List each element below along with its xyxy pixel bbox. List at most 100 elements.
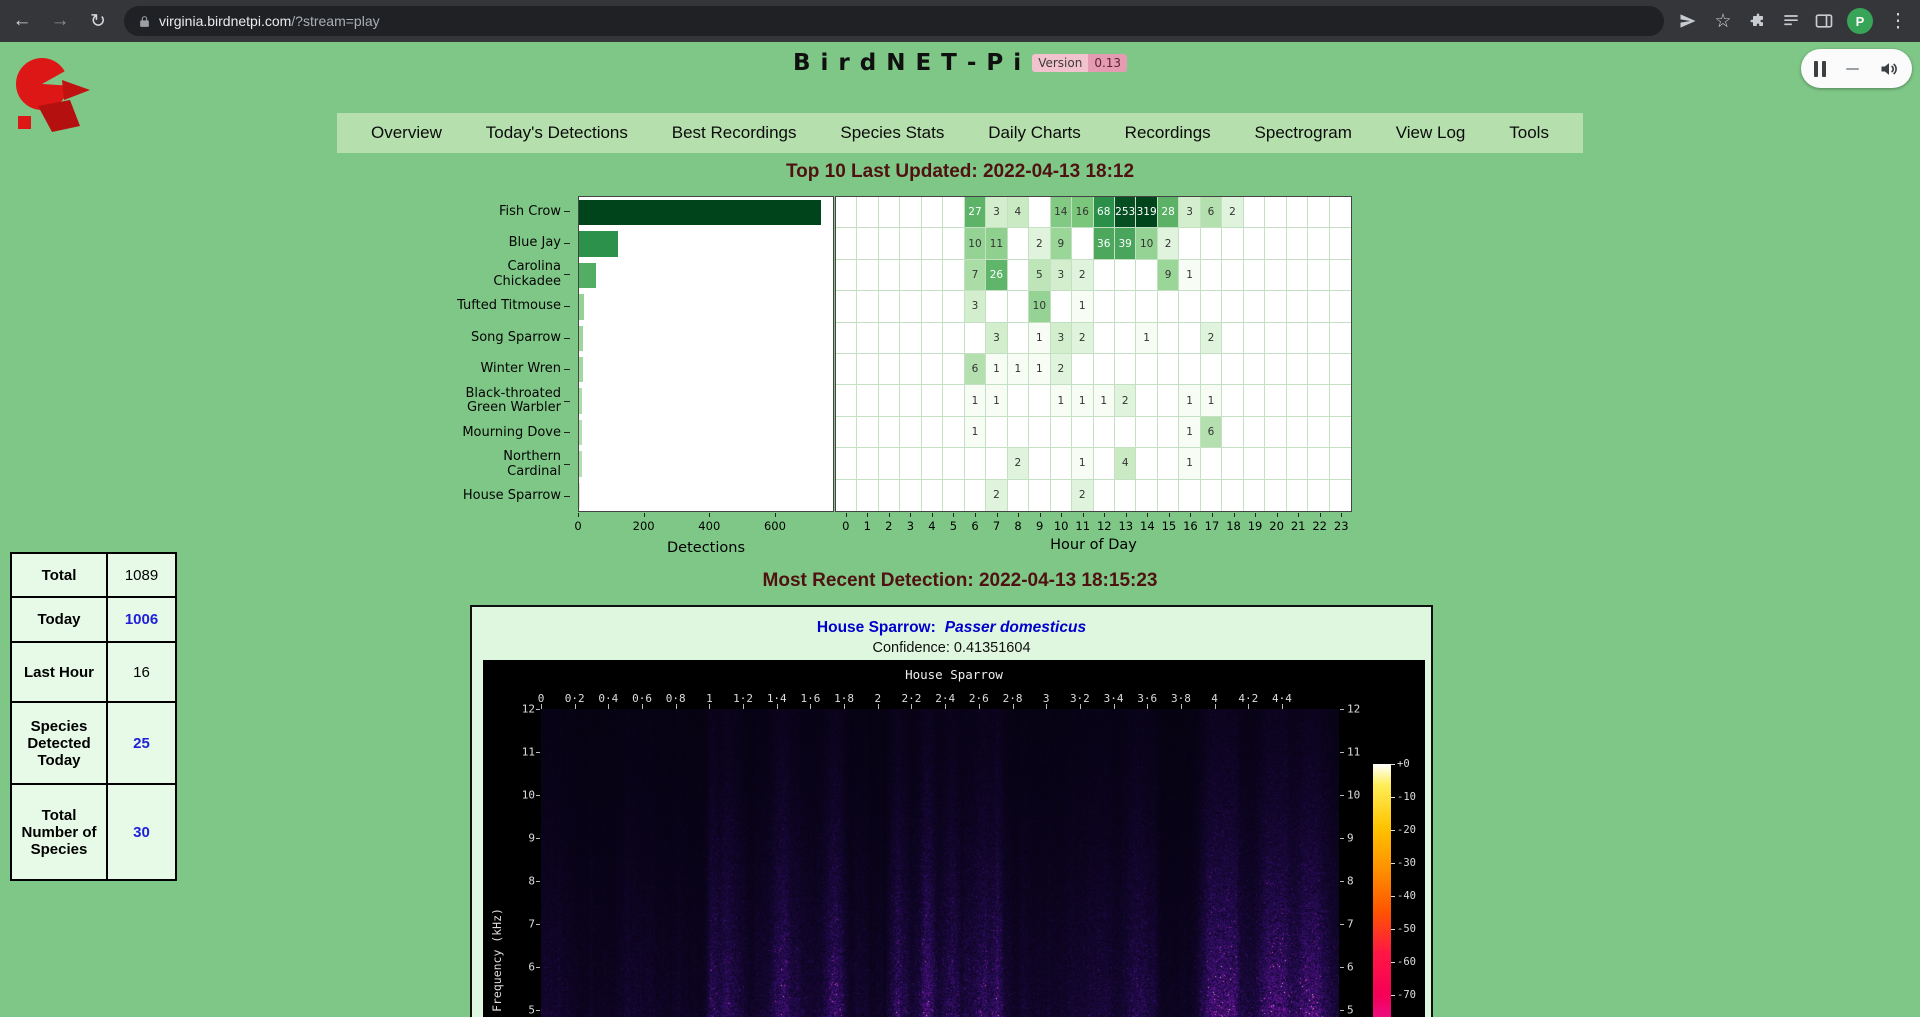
stats-value-link[interactable]: 1006 bbox=[125, 611, 158, 628]
x-tick-label: 0 bbox=[574, 519, 581, 533]
nav-item-view-log[interactable]: View Log bbox=[1396, 123, 1466, 143]
bar-row bbox=[579, 197, 833, 228]
spectro-freq-tick bbox=[536, 838, 540, 839]
x-tick-mark bbox=[1169, 513, 1170, 517]
address-bar[interactable]: virginia.birdnetpi.com/?stream=play bbox=[124, 6, 1664, 36]
nav-item-overview[interactable]: Overview bbox=[371, 123, 442, 143]
reload-icon[interactable]: ↻ bbox=[86, 10, 110, 33]
x-tick-mark bbox=[975, 513, 976, 517]
stats-label: Species Detected Today bbox=[11, 702, 107, 784]
detection-scientific-name[interactable]: Passer domesticus bbox=[945, 619, 1086, 636]
x-tick-mark bbox=[1234, 513, 1235, 517]
heatmap-cell bbox=[1330, 228, 1351, 259]
nav-item-recordings[interactable]: Recordings bbox=[1125, 123, 1211, 143]
heatmap-cell: 2 bbox=[986, 480, 1007, 511]
species-name: NorthernCardinal bbox=[503, 450, 561, 479]
forward-icon[interactable]: → bbox=[48, 10, 72, 32]
heatmap-cell: 2 bbox=[1051, 354, 1072, 385]
species-row: Song Sparrow bbox=[440, 322, 570, 354]
nav-item-best-recordings[interactable]: Best Recordings bbox=[672, 123, 797, 143]
spectro-freq-label-right: 6 bbox=[1347, 961, 1373, 974]
heatmap-cell: 10 bbox=[1136, 228, 1157, 259]
colorbar-db-label: -40 bbox=[1397, 890, 1416, 902]
hour-of-day-heatmap: 2734141668253319283621011293639102726532… bbox=[835, 196, 1352, 512]
colorbar-db-tick bbox=[1391, 863, 1395, 864]
bar-axis-title: Detections bbox=[578, 540, 834, 556]
detection-common-name[interactable]: House Sparrow: bbox=[817, 619, 936, 636]
heatmap-cell: 1 bbox=[965, 385, 986, 416]
nav-item-daily-charts[interactable]: Daily Charts bbox=[988, 123, 1081, 143]
detections-bar bbox=[579, 357, 583, 382]
nav-item-today-s-detections[interactable]: Today's Detections bbox=[486, 123, 628, 143]
heatmap-cell: 4 bbox=[1008, 197, 1029, 228]
spectro-freq-label: 8 bbox=[509, 875, 535, 888]
birdnetpi-logo[interactable] bbox=[12, 56, 98, 136]
heatmap-cell bbox=[1094, 291, 1115, 322]
heatmap-cell bbox=[1094, 448, 1115, 479]
heatmap-cell bbox=[1008, 417, 1029, 448]
spectro-freq-tick-right bbox=[1340, 709, 1344, 710]
heatmap-cell bbox=[986, 291, 1007, 322]
spectro-time-tick bbox=[1013, 704, 1014, 709]
heatmap-cell bbox=[1051, 417, 1072, 448]
send-icon[interactable] bbox=[1678, 11, 1698, 31]
menu-kebab-icon[interactable]: ⋮ bbox=[1886, 10, 1910, 33]
heatmap-cell bbox=[1094, 354, 1115, 385]
extensions-puzzle-icon[interactable] bbox=[1748, 11, 1768, 31]
reading-list-icon[interactable] bbox=[1781, 11, 1801, 31]
spectro-freq-label-right: 12 bbox=[1347, 703, 1373, 716]
heatmap-cell: 68 bbox=[1094, 197, 1115, 228]
seek-bar[interactable] bbox=[1846, 68, 1859, 70]
heatmap-cell bbox=[1244, 480, 1265, 511]
heatmap-cell bbox=[1287, 291, 1308, 322]
spectro-freq-tick bbox=[536, 709, 540, 710]
heatmap-cell bbox=[836, 354, 857, 385]
bar-row bbox=[579, 385, 833, 416]
heatmap-cell: 1 bbox=[1179, 385, 1200, 416]
x-tick-mark bbox=[709, 513, 710, 517]
heatmap-cell bbox=[1029, 448, 1050, 479]
spectrogram-image: House Sparrow Frequency (kHz) 00·20·40·6… bbox=[483, 660, 1425, 1017]
heatmap-cell bbox=[1308, 417, 1329, 448]
heatmap-cell bbox=[879, 480, 900, 511]
side-panel-icon[interactable] bbox=[1814, 11, 1834, 31]
x-tick-label: 17 bbox=[1205, 519, 1220, 533]
detections-bar bbox=[579, 231, 618, 256]
y-tick-mark bbox=[564, 369, 570, 370]
profile-avatar[interactable]: P bbox=[1847, 8, 1873, 34]
heatmap-cell bbox=[1287, 260, 1308, 291]
x-tick-label: 16 bbox=[1183, 519, 1198, 533]
stats-value-link[interactable]: 25 bbox=[133, 735, 150, 752]
species-row: Black-throatedGreen Warbler bbox=[440, 386, 570, 418]
heatmap-cell bbox=[1179, 228, 1200, 259]
pause-button[interactable] bbox=[1814, 61, 1826, 77]
heatmap-cell bbox=[1115, 291, 1136, 322]
heatmap-cell: 10 bbox=[1029, 291, 1050, 322]
heatmap-cell bbox=[1136, 448, 1157, 479]
heatmap-cell bbox=[879, 260, 900, 291]
stats-value-link[interactable]: 30 bbox=[133, 824, 150, 841]
spectro-time-tick bbox=[810, 704, 811, 709]
nav-item-spectrogram[interactable]: Spectrogram bbox=[1255, 123, 1352, 143]
colorbar-db-tick bbox=[1391, 896, 1395, 897]
x-tick-label: 3 bbox=[907, 519, 914, 533]
detections-bar bbox=[579, 483, 580, 508]
nav-item-species-stats[interactable]: Species Stats bbox=[840, 123, 944, 143]
heatmap-cell bbox=[836, 417, 857, 448]
heatmap-cell: 27 bbox=[965, 197, 986, 228]
bookmark-star-icon[interactable]: ☆ bbox=[1711, 10, 1735, 33]
y-tick-mark bbox=[564, 243, 570, 244]
heatmap-cell bbox=[1330, 480, 1351, 511]
nav-item-tools[interactable]: Tools bbox=[1509, 123, 1549, 143]
spectro-time-tick bbox=[541, 704, 542, 709]
heatmap-cell bbox=[1287, 417, 1308, 448]
back-icon[interactable]: ← bbox=[10, 10, 34, 32]
x-tick-mark bbox=[1061, 513, 1062, 517]
heatmap-cell bbox=[857, 448, 878, 479]
heatmap-cell: 3 bbox=[1051, 323, 1072, 354]
volume-icon[interactable] bbox=[1879, 59, 1899, 79]
species-row: Fish Crow bbox=[440, 196, 570, 228]
heatmap-cell bbox=[857, 385, 878, 416]
heatmap-cell: 3 bbox=[1051, 260, 1072, 291]
heatmap-cell bbox=[922, 291, 943, 322]
